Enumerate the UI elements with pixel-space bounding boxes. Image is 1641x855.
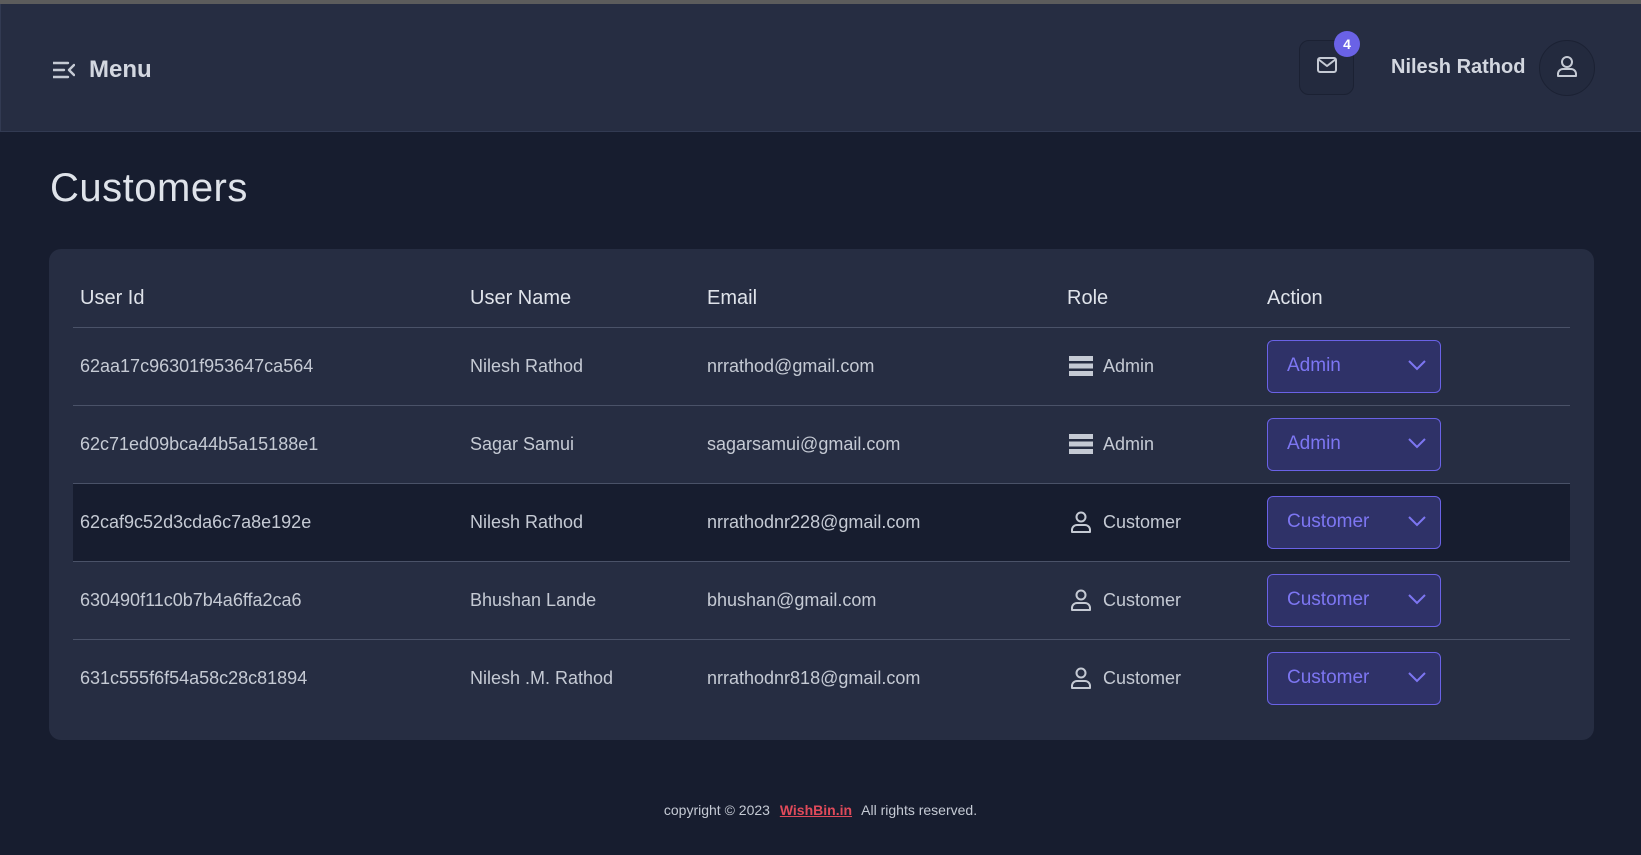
action-cell: Admin — [1260, 327, 1570, 405]
role-select[interactable]: Customer — [1267, 651, 1441, 705]
customers-table-card: User Id User Name Email Role Action 62aa… — [49, 249, 1594, 740]
server-icon — [1069, 433, 1093, 455]
role-select[interactable]: Admin — [1267, 417, 1441, 471]
current-user-name: Nilesh Rathod — [1391, 56, 1526, 78]
chevron-down-icon — [1408, 511, 1426, 533]
user-id-cell: 62aa17c96301f953647ca564 — [80, 355, 314, 376]
top-navbar: Menu 4 Nilesh Rathod — [0, 4, 1641, 132]
role-cell: Customer — [1060, 638, 1260, 717]
user-name-cell: Nilesh Rathod — [470, 355, 584, 376]
page-footer: copyright © 2023 WishBin.in All rights r… — [0, 802, 1641, 818]
table-header-row: User Id User Name Email Role Action — [73, 271, 1570, 328]
user-id-cell: 630490f11c0b7b4a6ffa2ca6 — [73, 560, 463, 639]
column-header-action: Action — [1260, 271, 1570, 328]
chevron-down-icon — [1408, 433, 1426, 455]
user-name-cell: Nilesh Rathod — [463, 482, 700, 561]
role-cell: Admin — [1060, 404, 1260, 483]
email-cell: nrrathodnr228@gmail.com — [700, 482, 1060, 561]
menu-label: Menu — [89, 56, 152, 83]
chevron-down-icon — [1408, 667, 1426, 689]
email-cell: sagarsamui@gmail.com — [700, 404, 1060, 483]
envelope-icon — [1316, 57, 1337, 78]
role-select-value: Customer — [1287, 511, 1370, 532]
action-cell: Customer — [1260, 482, 1570, 561]
role-label: Customer — [1103, 667, 1182, 688]
rights-text: All rights reserved. — [861, 802, 978, 818]
customers-table: User Id User Name Email Role Action 62aa… — [73, 271, 1570, 717]
user-profile-button[interactable] — [1539, 40, 1595, 96]
chevron-down-icon — [1408, 355, 1426, 377]
role-cell: Admin — [1060, 327, 1260, 405]
email-cell: nrrathod@gmail.com — [707, 355, 875, 376]
role-select-value: Admin — [1287, 433, 1341, 454]
table-row: 62c71ed09bca44b5a15188e1 Sagar Samui sag… — [73, 404, 1570, 483]
menu-toggle-button[interactable]: Menu — [53, 52, 152, 88]
role-select[interactable]: Admin — [1267, 339, 1441, 393]
table-row: 630490f11c0b7b4a6ffa2ca6 Bhushan Lande b… — [73, 560, 1570, 639]
role-select-value: Customer — [1287, 667, 1370, 689]
role-select[interactable]: Customer — [1267, 495, 1441, 549]
column-header-user-id: User Id — [73, 271, 463, 328]
role-cell: Customer — [1060, 560, 1260, 639]
column-header-role: Role — [1060, 271, 1260, 328]
copyright-text: copyright © 2023 — [663, 802, 770, 818]
notification-count-badge: 4 — [1334, 31, 1360, 57]
role-cell: Customer — [1060, 482, 1260, 561]
role-label: Customer — [1103, 511, 1182, 532]
user-icon — [1069, 511, 1093, 533]
role-select[interactable]: Customer — [1267, 573, 1441, 627]
column-header-user-name: User Name — [463, 271, 700, 328]
user-name-cell: Sagar Samui — [463, 404, 700, 483]
user-icon — [1069, 589, 1093, 611]
role-label: Admin — [1103, 433, 1155, 454]
menu-collapse-icon — [53, 61, 75, 79]
user-name-cell: Bhushan Lande — [463, 560, 700, 639]
user-icon — [1069, 667, 1093, 690]
table-row: 62caf9c52d3cda6c7a8e192e Nilesh Rathod n… — [73, 482, 1570, 561]
user-id-cell: 62caf9c52d3cda6c7a8e192e — [73, 482, 463, 561]
role-select-value: Customer — [1287, 589, 1370, 610]
chevron-down-icon — [1408, 589, 1426, 611]
server-icon — [1069, 355, 1093, 377]
page-title: Customers — [50, 166, 248, 210]
role-label: Customer — [1103, 589, 1182, 610]
email-cell: nrrathodnr818@gmail.com — [700, 638, 1060, 717]
action-cell: Admin — [1260, 404, 1570, 483]
email-cell: bhushan@gmail.com — [700, 560, 1060, 639]
user-id-cell: 631c555f6f54a58c28c81894 — [73, 638, 463, 717]
footer-site-link[interactable]: WishBin.in — [780, 802, 852, 818]
role-label: Admin — [1103, 355, 1155, 376]
role-select-value: Admin — [1287, 355, 1341, 376]
action-cell: Customer — [1260, 638, 1570, 717]
table-row: 631c555f6f54a58c28c81894 Nilesh .M. Rath… — [73, 638, 1570, 717]
action-cell: Customer — [1260, 560, 1570, 639]
table-row: 62aa17c96301f953647ca564 Nilesh Rathod n… — [73, 327, 1570, 405]
column-header-email: Email — [700, 271, 1060, 328]
user-id-cell: 62c71ed09bca44b5a15188e1 — [73, 404, 463, 483]
user-name-cell: Nilesh .M. Rathod — [463, 638, 700, 717]
user-icon — [1556, 55, 1578, 82]
